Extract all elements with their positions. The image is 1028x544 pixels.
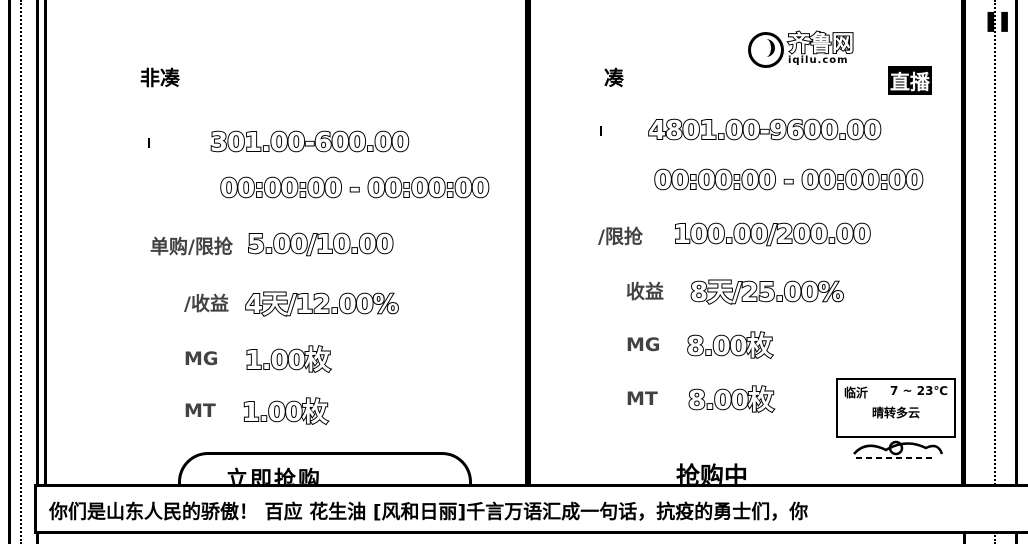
left-mt-value: 1.00枚 [241, 397, 329, 429]
qilu-logo-icon [748, 32, 784, 68]
weather-city: 临沂 [844, 386, 869, 400]
right-mt-value: 8.00枚 [687, 385, 775, 417]
right-mg-value: 8.00枚 [686, 331, 774, 363]
sun-cloud-icon [853, 440, 944, 459]
right-row-mg: MG 8.00枚 [598, 326, 774, 363]
left-yield-value: 4天/12.00% [244, 289, 400, 321]
right-border: ❚❚ [963, 0, 1028, 544]
left-card-title: 非凑 [140, 66, 180, 90]
video-frame: ❚❚ 非凑 301.00-600.00 00:00:00 - 00:00:00 … [0, 0, 1028, 544]
pause-icon[interactable]: ❚❚ [982, 8, 1012, 32]
right-time-value: 00:00:00 - 00:00:00 [653, 165, 925, 197]
left-range-value: 301.00-600.00 [209, 127, 410, 159]
live-badge: 直播 [888, 66, 932, 95]
left-row-time: 00:00:00 - 00:00:00 [150, 173, 491, 205]
qilu-logo: 齐鲁网 iqilu.com [748, 32, 855, 68]
left-mg-value: 1.00枚 [244, 345, 332, 377]
ticker-text: 你们是山东人民的骄傲！ 百应 花生油 [风和日丽]千言万语汇成一句话，抗疫的勇士… [49, 501, 809, 523]
right-card-title: 凑 [604, 66, 624, 90]
logo-name: 齐鲁网 [787, 32, 855, 57]
weather-temp: 7 ~ 23℃ [890, 384, 948, 398]
left-row-yield: /收益 4天/12.00% [150, 284, 400, 321]
left-row-limit: 单购/限抢 5.00/10.00 [150, 229, 395, 261]
right-yield-value: 8天/25.00% [689, 277, 845, 309]
left-row-mg: MG 1.00枚 [150, 340, 332, 377]
left-time-value: 00:00:00 - 00:00:00 [219, 173, 491, 205]
left-limit-value: 5.00/10.00 [246, 229, 395, 261]
weather-widget: 临沂 7 ~ 23℃ 晴转多云 [836, 378, 956, 438]
comment-ticker: 你们是山东人民的骄傲！ 百应 花生油 [风和日丽]千言万语汇成一句话，抗疫的勇士… [34, 484, 1028, 534]
right-range-value: 4801.00-9600.00 [647, 115, 883, 147]
right-row-time: 00:00:00 - 00:00:00 [610, 165, 925, 197]
right-row-limit: /限抢 100.00/200.00 [598, 219, 872, 251]
right-row-range: 4801.00-9600.00 [600, 115, 883, 147]
left-border [0, 0, 39, 544]
right-row-mt: MT 8.00枚 [598, 380, 775, 417]
weather-desc: 晴转多云 [871, 406, 920, 420]
left-row-range: 301.00-600.00 [148, 127, 410, 159]
left-row-mt: MT 1.00枚 [150, 392, 329, 429]
logo-domain: iqilu.com [788, 55, 849, 66]
right-row-yield: 收益 8天/25.00% [598, 272, 845, 309]
right-limit-value: 100.00/200.00 [672, 219, 872, 251]
